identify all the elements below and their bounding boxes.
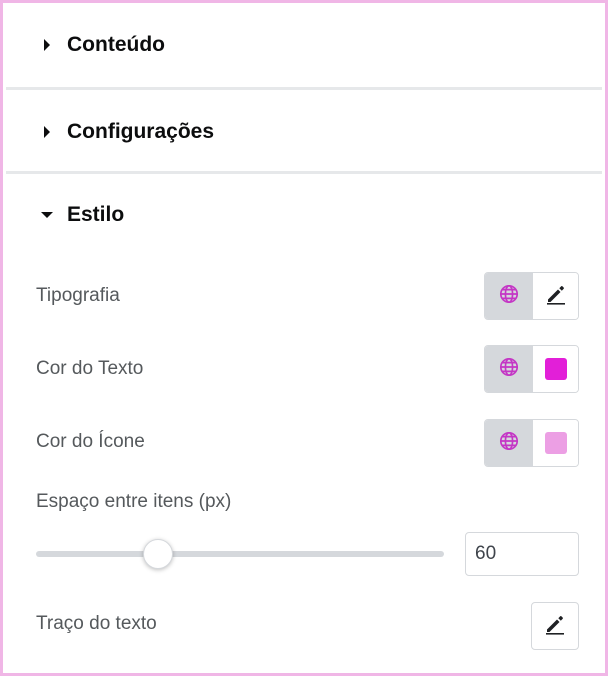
globe-icon: [499, 431, 519, 456]
text-stroke-label: Traço do texto: [36, 613, 157, 634]
item-spacing-slider-track[interactable]: [36, 551, 444, 557]
icon-color-control: [484, 419, 579, 467]
icon-color-swatch: [544, 432, 567, 454]
section-style-title: Estilo: [67, 203, 125, 226]
typography-global-button[interactable]: [485, 273, 532, 319]
text-color-label: Cor do Texto: [36, 358, 144, 379]
icon-color-global-button[interactable]: [485, 420, 532, 466]
item-spacing-input[interactable]: [465, 532, 579, 576]
section-settings-header[interactable]: Configurações: [6, 90, 602, 174]
text-color-control: [484, 345, 579, 393]
section-settings-title: Configurações: [67, 120, 215, 143]
typography-label: Tipografia: [36, 285, 120, 306]
caret-right-icon: [40, 38, 54, 52]
globe-icon: [499, 284, 519, 309]
typography-edit-button[interactable]: [532, 273, 578, 319]
text-stroke-edit-button[interactable]: [531, 602, 579, 650]
section-style-header[interactable]: Estilo: [6, 173, 602, 257]
item-spacing-label: Espaço entre itens (px): [36, 491, 232, 512]
text-color-picker-button[interactable]: [532, 346, 578, 392]
caret-down-icon: [40, 208, 54, 222]
icon-color-label: Cor do Ícone: [36, 431, 145, 452]
globe-icon: [499, 357, 519, 382]
pencil-icon: [544, 613, 566, 640]
section-content-header[interactable]: Conteúdo: [6, 3, 602, 87]
section-content-title: Conteúdo: [67, 33, 165, 56]
text-color-swatch: [544, 358, 567, 380]
pencil-icon: [545, 283, 567, 310]
item-spacing-slider-handle[interactable]: [143, 539, 174, 569]
typography-control: [484, 272, 579, 320]
caret-right-icon: [40, 125, 54, 139]
text-color-global-button[interactable]: [485, 346, 532, 392]
icon-color-picker-button[interactable]: [532, 420, 578, 466]
style-panel: Conteúdo Configurações Estilo Tipografia: [0, 0, 608, 676]
